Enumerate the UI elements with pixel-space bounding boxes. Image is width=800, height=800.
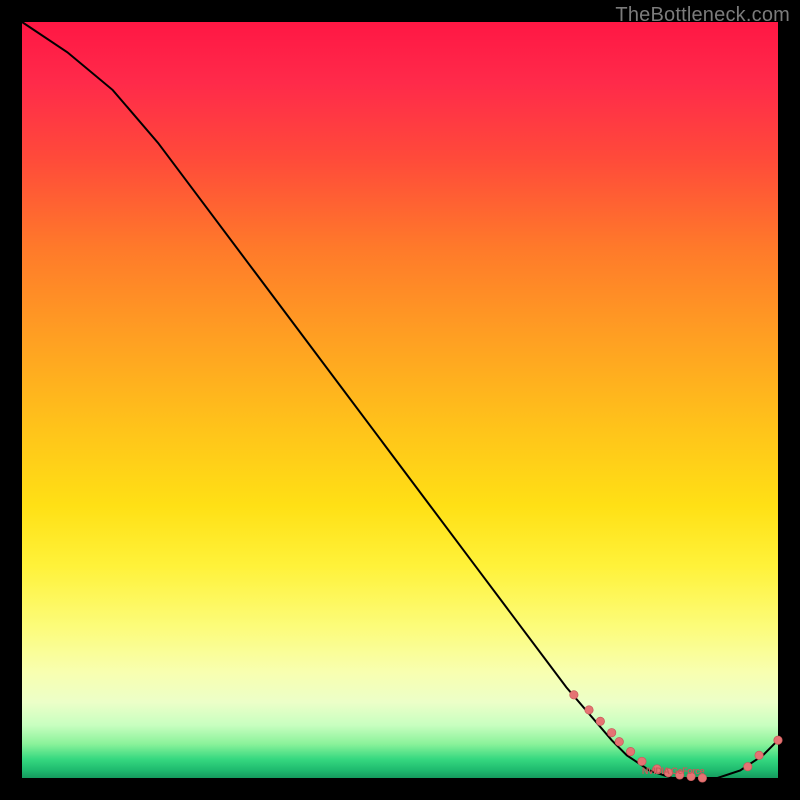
scatter-dot (615, 738, 623, 746)
scatter-dot (744, 762, 752, 770)
scatter-dot (626, 747, 634, 755)
scatter-dot (755, 751, 763, 759)
scatter-dot (607, 728, 615, 736)
scatter-dot (596, 717, 604, 725)
bottleneck-curve (22, 22, 778, 778)
plot-area: NVIDIA GeForce (22, 22, 778, 778)
watermark-text: TheBottleneck.com (615, 4, 790, 27)
chart-svg: NVIDIA GeForce (22, 22, 778, 778)
scatter-dot (570, 691, 578, 699)
scatter-dot (585, 706, 593, 714)
chart-frame: TheBottleneck.com NVIDIA GeForce (0, 0, 800, 800)
scatter-dot (638, 757, 646, 765)
valley-label: NVIDIA GeForce (642, 766, 705, 776)
scatter-dot (774, 736, 782, 744)
